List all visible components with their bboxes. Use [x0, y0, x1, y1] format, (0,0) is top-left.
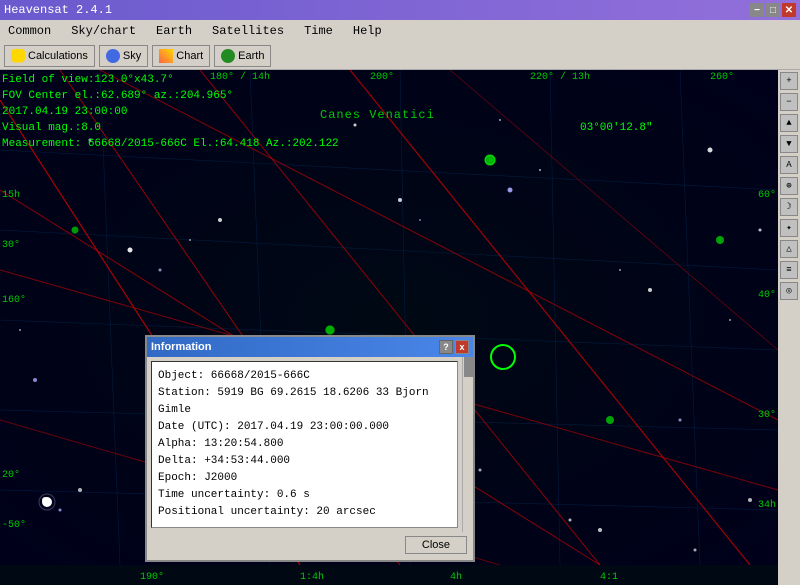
- skymap[interactable]: Field of view:123.0°x43.7° FOV Center el…: [0, 70, 800, 585]
- visual-mag-text: Visual mag.:8.0: [2, 120, 339, 136]
- object-field: Object: 66668/2015-666C: [158, 368, 451, 385]
- menubar: Common Sky/chart Earth Satellites Time H…: [0, 20, 800, 42]
- zoom-in-button[interactable]: +: [780, 72, 798, 90]
- north-button[interactable]: A: [780, 156, 798, 174]
- dialog-titlebar: Information ? x: [147, 337, 473, 357]
- station-field: Station: 5919 BG 69.2615 18.6206 33 Bjor…: [158, 385, 451, 419]
- edge-right-4: 34h: [758, 500, 776, 511]
- dialog-controls: ? x: [439, 340, 469, 354]
- moon-button[interactable]: ☽: [780, 198, 798, 216]
- alpha-field: Alpha: 13:20:54.800: [158, 436, 451, 453]
- dialog-help-button[interactable]: ?: [439, 340, 453, 354]
- sky-icon: [106, 49, 120, 63]
- date-field: Date (UTC): 2017.04.19 23:00:00.000: [158, 419, 451, 436]
- chart-button[interactable]: Chart: [152, 45, 210, 67]
- titlebar: Heavensat 2.4.1 − □ ✕: [0, 0, 800, 20]
- right-toolbar: + − ▲ ▼ A ⊕ ☽ ✦ △ ≡ ◎: [778, 70, 800, 585]
- info-dialog: Information ? x Object: 66668/2015-666C …: [145, 335, 475, 562]
- fov-text: Field of view:123.0°x43.7°: [2, 72, 339, 88]
- epoch-field: Epoch: J2000: [158, 470, 451, 487]
- titlebar-title: Heavensat 2.4.1: [4, 3, 112, 17]
- edge-bottom-1: 190°: [140, 572, 164, 583]
- fov-center-text: FOV Center el.:62.689° az.:204.965°: [2, 88, 339, 104]
- dialog-scrollbar[interactable]: [462, 357, 473, 532]
- edge-right-1: 60°: [758, 190, 776, 201]
- scrollbar-thumb[interactable]: [464, 357, 474, 377]
- minimize-button[interactable]: −: [750, 3, 764, 17]
- menu-skychart[interactable]: Sky/chart: [67, 22, 140, 40]
- measure-button[interactable]: △: [780, 240, 798, 258]
- edge-left-4: 20°: [2, 470, 20, 481]
- window-close-button[interactable]: ✕: [782, 3, 796, 17]
- menu-satellites[interactable]: Satellites: [208, 22, 288, 40]
- earth-view-button[interactable]: ⊕: [780, 177, 798, 195]
- dialog-close-button[interactable]: x: [455, 340, 469, 354]
- earth-icon: [221, 49, 235, 63]
- edge-bottom-4: 4:1: [600, 572, 618, 583]
- chart-icon: [159, 49, 173, 63]
- maximize-button[interactable]: □: [766, 3, 780, 17]
- dialog-close-action-button[interactable]: Close: [405, 536, 467, 554]
- scroll-up-button[interactable]: ▲: [780, 114, 798, 132]
- edge-right-2: 40°: [758, 290, 776, 301]
- dialog-footer: Close: [147, 532, 473, 560]
- dialog-title: Information: [151, 341, 212, 353]
- star-button[interactable]: ✦: [780, 219, 798, 237]
- calculator-icon: [11, 49, 25, 63]
- menu-earth[interactable]: Earth: [152, 22, 196, 40]
- datetime-text: 2017.04.19 23:00:00: [2, 104, 339, 120]
- menu-help[interactable]: Help: [349, 22, 386, 40]
- menu-common[interactable]: Common: [4, 22, 55, 40]
- earth-button[interactable]: Earth: [214, 45, 271, 67]
- toolbar: Calculations Sky Chart Earth: [0, 42, 800, 70]
- titlebar-controls: − □ ✕: [750, 3, 796, 17]
- delta-field: Delta: +34:53:44.000: [158, 453, 451, 470]
- edge-top-2: 200°: [370, 72, 394, 83]
- edge-left-2: 30°: [2, 240, 20, 251]
- edge-top-3: 220° / 13h: [530, 72, 590, 83]
- grid-button[interactable]: ≡: [780, 261, 798, 279]
- coord-label: 03°00'12.8": [580, 122, 653, 134]
- edge-left-3: 160°: [2, 295, 26, 306]
- edge-top-4: 260°: [710, 72, 734, 83]
- edge-bottom-2: 1:4h: [300, 572, 324, 583]
- positional-uncertainty-field: Positional uncertainty: 20 arcsec: [158, 504, 451, 521]
- calculations-button[interactable]: Calculations: [4, 45, 95, 67]
- sky-button[interactable]: Sky: [99, 45, 148, 67]
- dialog-content-area: Object: 66668/2015-666C Station: 5919 BG…: [147, 357, 473, 532]
- scroll-down-button[interactable]: ▼: [780, 135, 798, 153]
- edge-right-3: 30°: [758, 410, 776, 421]
- zoom-out-button[interactable]: −: [780, 93, 798, 111]
- dialog-body: Object: 66668/2015-666C Station: 5919 BG…: [151, 361, 458, 528]
- edge-left-5: -50°: [2, 520, 26, 531]
- measurement-text: Measurement: 66668/2015-666C El.:64.418 …: [2, 136, 339, 152]
- menu-time[interactable]: Time: [300, 22, 337, 40]
- edge-bottom-3: 4h: [450, 572, 462, 583]
- edge-left-1: 15h: [2, 190, 20, 201]
- target-button[interactable]: ◎: [780, 282, 798, 300]
- time-uncertainty-field: Time uncertainty: 0.6 s: [158, 487, 451, 504]
- info-overlay: Field of view:123.0°x43.7° FOV Center el…: [2, 72, 339, 152]
